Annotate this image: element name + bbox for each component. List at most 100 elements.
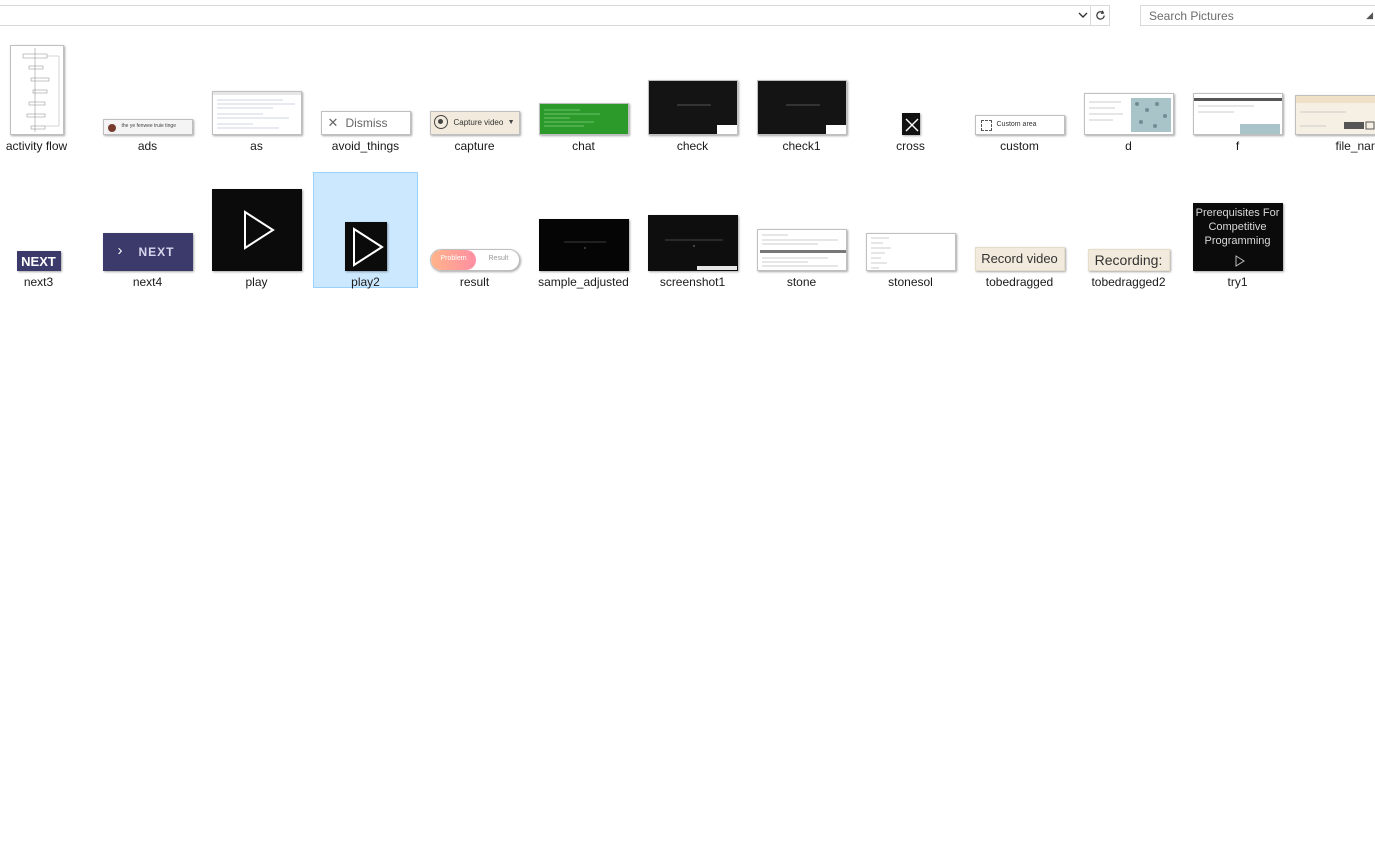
thumbnail: Recording: — [1087, 249, 1170, 271]
thumbnail — [756, 80, 847, 135]
file-item[interactable]: Capture video ▼ capture — [422, 36, 527, 153]
file-item[interactable]: Prerequisites For Competitive Programmin… — [1185, 172, 1290, 289]
thumbnail — [211, 91, 302, 135]
search-input[interactable] — [1141, 6, 1375, 25]
thumbnail — [538, 103, 629, 135]
file-name: screenshot1 — [659, 275, 726, 289]
file-name: chat — [572, 139, 595, 153]
file-item[interactable]: check1 — [749, 36, 854, 153]
area-icon — [980, 120, 992, 131]
file-item[interactable]: activity flow — [0, 36, 89, 153]
file-name: avoid_things — [331, 139, 400, 153]
thumbnail — [865, 233, 956, 271]
chevron-down-icon[interactable] — [1075, 6, 1091, 25]
file-name: custom — [1000, 139, 1039, 153]
file-item[interactable]: as — [204, 36, 309, 153]
thumbnail — [1083, 93, 1174, 135]
file-item[interactable]: cross — [858, 36, 963, 153]
thumb-text: NEXT — [21, 254, 56, 269]
file-item[interactable]: file_name — [1294, 36, 1375, 153]
file-item[interactable]: Record video tobedragged — [967, 172, 1072, 289]
file-item[interactable]: stonesol — [858, 172, 963, 289]
file-item[interactable]: the ye fenwee truie tinge ads — [95, 36, 200, 153]
thumb-text: NEXT — [138, 245, 175, 259]
close-icon: ✕ — [327, 115, 339, 130]
search-box[interactable]: ◢ — [1140, 5, 1375, 26]
record-icon — [433, 115, 448, 129]
file-item[interactable]: stone — [749, 172, 854, 289]
thumbnail — [647, 215, 738, 271]
file-name: stonesol — [888, 275, 933, 289]
file-row: NEXT next3 › NEXT next4 play play2 Probl… — [0, 172, 1375, 290]
file-item[interactable]: Problem Result result — [422, 172, 527, 289]
thumbnail: Custom area — [974, 115, 1065, 135]
thumbnail — [538, 219, 629, 271]
file-name: next4 — [132, 275, 163, 289]
file-name: d — [1125, 139, 1132, 153]
file-name: play — [245, 275, 268, 289]
thumb-text: the ye fenwee truie tinge — [121, 123, 176, 129]
thumbnail: Record video — [974, 247, 1065, 271]
file-name: capture — [454, 139, 495, 153]
file-item[interactable]: Custom area custom — [967, 36, 1072, 153]
file-item[interactable]: chat — [531, 36, 636, 153]
refresh-icon[interactable] — [1090, 6, 1109, 25]
thumbnail — [344, 222, 387, 271]
thumb-text: Result — [488, 255, 509, 262]
file-item[interactable]: sample_adjusted — [531, 172, 636, 289]
file-item[interactable]: f — [1185, 36, 1290, 153]
play-icon — [243, 210, 275, 250]
file-name: next3 — [23, 275, 54, 289]
file-name: tobedragged — [985, 275, 1054, 289]
dropdown-icon: ▼ — [507, 119, 515, 126]
thumbnail — [1192, 93, 1283, 135]
thumbnail — [901, 113, 920, 135]
file-row: activity flow the ye fenwee truie tinge … — [0, 36, 1375, 154]
thumbnail — [756, 229, 847, 271]
avatar-icon — [107, 124, 116, 132]
file-name: play2 — [351, 275, 380, 289]
address-bar[interactable] — [0, 5, 1110, 26]
file-item[interactable]: › NEXT next4 — [95, 172, 200, 289]
thumbnail — [1295, 95, 1375, 135]
thumb-text: Custom area — [996, 121, 1037, 128]
file-name: activity flow — [5, 139, 68, 153]
file-item[interactable]: ✕ Dismiss avoid_things — [313, 36, 418, 153]
close-icon — [905, 118, 918, 132]
file-name: as — [250, 139, 263, 153]
file-item[interactable]: check — [640, 36, 745, 153]
file-name: stone — [786, 275, 817, 289]
corner-icon: ◢ — [1366, 10, 1373, 20]
thumbnail — [647, 80, 738, 135]
file-name: check — [676, 139, 709, 153]
file-item[interactable]: d — [1076, 36, 1181, 153]
file-name: try1 — [1227, 275, 1248, 289]
thumb-text: Recording: — [1094, 252, 1163, 268]
file-item[interactable]: Recording: tobedragged2 — [1076, 172, 1181, 289]
thumbnail: Capture video ▼ — [429, 111, 520, 135]
thumbnail: the ye fenwee truie tinge — [102, 119, 193, 135]
file-name: check1 — [782, 139, 821, 153]
thumbnail: NEXT — [16, 251, 61, 271]
thumbnail: Problem Result — [429, 249, 520, 271]
thumbnail — [211, 189, 302, 271]
thumbnail — [9, 45, 64, 135]
file-name: sample_adjusted — [538, 275, 629, 289]
thumbnail: ✕ Dismiss — [320, 111, 411, 135]
play-icon — [1235, 255, 1245, 267]
file-item[interactable]: play2 — [313, 172, 418, 289]
thumb-text: Problem — [440, 255, 467, 262]
file-name: file_name — [1335, 139, 1375, 153]
thumbnail: Prerequisites For Competitive Programmin… — [1192, 203, 1283, 271]
file-item[interactable]: NEXT next3 — [0, 172, 91, 289]
file-name: result — [459, 275, 490, 289]
file-name: cross — [896, 139, 925, 153]
thumb-text: Dismiss — [345, 116, 388, 130]
file-name: ads — [137, 139, 158, 153]
file-item[interactable]: play — [204, 172, 309, 289]
play-icon — [352, 227, 384, 267]
file-item[interactable]: screenshot1 — [640, 172, 745, 289]
file-name: f — [1235, 139, 1240, 153]
file-name: tobedragged2 — [1091, 275, 1166, 289]
thumbnail: › NEXT — [102, 233, 193, 271]
